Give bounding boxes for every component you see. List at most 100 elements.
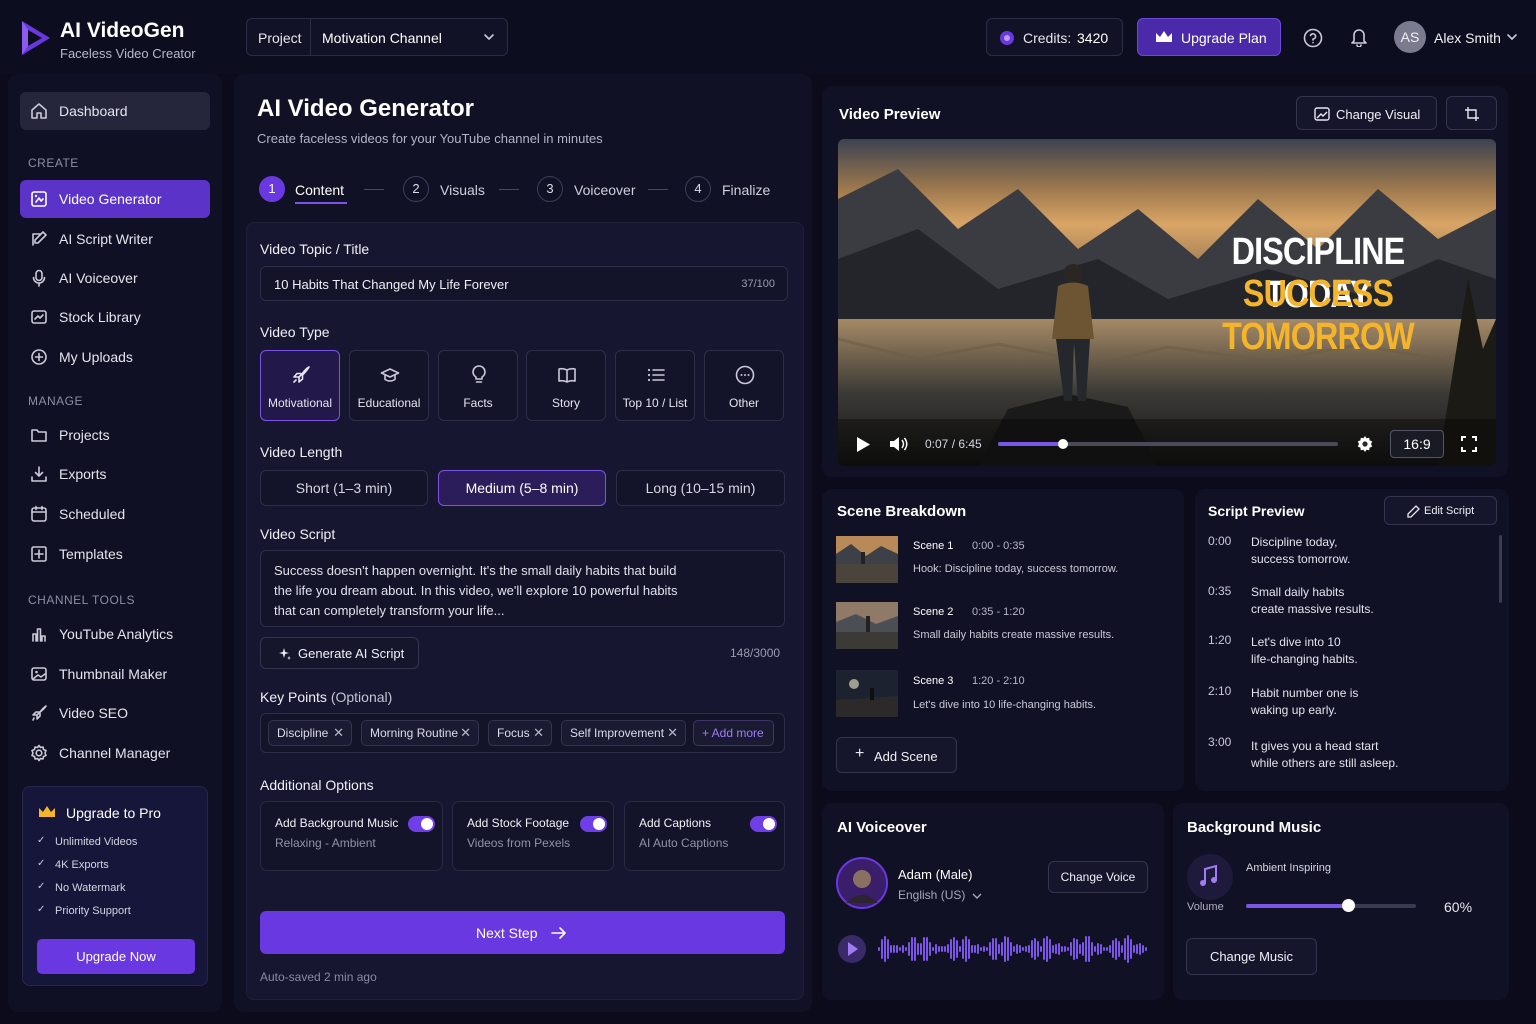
voice-play-icon[interactable] [837, 934, 867, 964]
project-selector[interactable]: Project Motivation Channel [246, 18, 508, 56]
sidebar-item-video-generator[interactable]: Video Generator [20, 180, 210, 218]
credits-display[interactable]: Credits: 3420 [986, 18, 1123, 56]
waveform-bar [1049, 938, 1051, 960]
length-medium-button[interactable]: Medium (5–8 min) [438, 470, 606, 506]
sidebar-item-video-seo[interactable]: Video SEO [20, 694, 210, 732]
change-voice-button[interactable]: Change Voice [1048, 861, 1148, 893]
step-1-number[interactable]: 1 [259, 176, 285, 202]
remove-chip-icon[interactable]: ✕ [667, 721, 678, 745]
waveform-bar [980, 946, 982, 952]
sidebar-item-projects[interactable]: Projects [20, 416, 210, 454]
waveform-bar [926, 936, 928, 962]
sidebar-item-stock-library[interactable]: Stock Library [20, 298, 210, 336]
user-name[interactable]: Alex Smith [1434, 30, 1501, 46]
help-icon[interactable] [1303, 28, 1323, 48]
voice-language-select[interactable]: English (US) [898, 888, 982, 902]
video-progress-handle[interactable] [1057, 439, 1068, 449]
sidebar-item-youtube-analytics[interactable]: YouTube Analytics [20, 615, 210, 653]
add-more-button[interactable]: + Add more [693, 720, 774, 746]
upgrade-plan-button[interactable]: Upgrade Plan [1137, 18, 1281, 56]
sidebar-item-ai-script-writer[interactable]: AI Script Writer [20, 220, 210, 258]
script-textarea[interactable]: Success doesn't happen overnight. It's t… [260, 550, 785, 627]
waveform-bar [896, 945, 898, 953]
type-option-story[interactable]: Story [526, 350, 606, 421]
video-preview-title: Video Preview [839, 106, 941, 123]
waveform-bar [1034, 937, 1036, 961]
sidebar-item-channel-manager[interactable]: Channel Manager [20, 734, 210, 772]
type-option-facts[interactable]: Facts [438, 350, 518, 421]
sidebar-item-exports[interactable]: Exports [20, 455, 210, 493]
sidebar-item-ai-voiceover[interactable]: AI Voiceover [20, 259, 210, 297]
volume-icon[interactable] [889, 435, 911, 453]
key-points-label: Key Points (Optional) [260, 689, 393, 705]
next-step-button[interactable]: Next Step [260, 911, 785, 954]
scene-name: Scene 2 [913, 606, 954, 618]
section-manage-heading: MANAGE [28, 394, 84, 408]
voice-avatar [836, 857, 888, 909]
upgrade-now-button[interactable]: Upgrade Now [37, 939, 195, 974]
step-4-label[interactable]: Finalize [722, 182, 770, 198]
scene-item-3[interactable]: Scene 3 1:20 - 2:10 Let's dive into 10 l… [836, 670, 1176, 720]
sidebar-item-templates[interactable]: Templates [20, 535, 210, 573]
volume-slider[interactable] [1246, 899, 1416, 912]
type-option-motivational[interactable]: Motivational [260, 350, 340, 421]
topic-label: Video Topic / Title [260, 241, 370, 257]
script-scrollbar[interactable] [1499, 535, 1502, 603]
project-value: Motivation Channel [322, 30, 442, 46]
lightbulb-icon [472, 365, 486, 383]
user-menu-chevron-icon[interactable] [1506, 33, 1518, 43]
scene-description: Small daily habits create massive result… [913, 629, 1115, 641]
key-point-chip[interactable]: Discipline ✕ [268, 720, 352, 746]
video-generator-icon [31, 191, 47, 207]
play-icon[interactable] [855, 436, 871, 453]
sidebar-item-label: My Uploads [59, 349, 133, 365]
fullscreen-icon[interactable] [1461, 436, 1477, 452]
key-point-chip[interactable]: Morning Routine ✕ [361, 720, 479, 746]
notification-bell-icon[interactable] [1350, 27, 1368, 47]
edit-script-button[interactable]: Edit Script [1384, 496, 1497, 525]
settings-gear-icon[interactable] [1356, 435, 1374, 453]
avatar[interactable]: AS [1394, 21, 1426, 53]
stock-footage-toggle[interactable] [580, 816, 607, 832]
key-point-chip[interactable]: Self Improvement ✕ [561, 720, 686, 746]
background-music-toggle[interactable] [408, 816, 435, 832]
remove-chip-icon[interactable]: ✕ [533, 721, 544, 745]
sidebar-item-dashboard[interactable]: Dashboard [20, 92, 210, 130]
video-progress-track[interactable] [998, 439, 1338, 449]
captions-toggle[interactable] [750, 816, 777, 832]
type-option-other[interactable]: Other [704, 350, 784, 421]
type-option-top-10-list[interactable]: Top 10 / List [615, 350, 695, 421]
music-track-name: Ambient Inspiring [1246, 862, 1331, 874]
remove-chip-icon[interactable]: ✕ [333, 721, 344, 745]
remove-chip-icon[interactable]: ✕ [460, 721, 471, 745]
option-title: Add Stock Footage [467, 816, 570, 830]
scene-item-2[interactable]: Scene 2 0:35 - 1:20 Small daily habits c… [836, 602, 1176, 652]
step-3-number[interactable]: 3 [537, 176, 563, 202]
topic-input[interactable]: 10 Habits That Changed My Life Forever 3… [260, 266, 788, 301]
step-4-number[interactable]: 4 [685, 176, 711, 202]
video-player[interactable]: DISCIPLINE TODAY SUCCESS TOMORROW 0:07 /… [838, 139, 1496, 466]
step-3-label[interactable]: Voiceover [574, 182, 635, 198]
sidebar-item-scheduled[interactable]: Scheduled [20, 495, 210, 533]
key-point-chip[interactable]: Focus ✕ [488, 720, 552, 746]
step-2-number[interactable]: 2 [403, 176, 429, 202]
pro-feature: ✓ Unlimited Videos [37, 835, 138, 848]
type-option-educational[interactable]: Educational [349, 350, 429, 421]
length-long-button[interactable]: Long (10–15 min) [616, 470, 785, 506]
aspect-ratio-button[interactable]: 16:9 [1390, 430, 1444, 458]
generate-ai-script-button[interactable]: Generate AI Script [260, 637, 419, 669]
step-1-label[interactable]: Content [295, 182, 344, 198]
sidebar-item-thumbnail-maker[interactable]: Thumbnail Maker [20, 655, 210, 693]
crop-button[interactable] [1446, 96, 1497, 130]
step-2-label[interactable]: Visuals [440, 182, 485, 198]
change-visual-button[interactable]: Change Visual [1296, 96, 1437, 130]
scene-item-1[interactable]: Scene 1 0:00 - 0:35 Hook: Discipline tod… [836, 536, 1176, 586]
sidebar-item-my-uploads[interactable]: My Uploads [20, 338, 210, 376]
waveform-bar [1052, 944, 1054, 954]
volume-handle[interactable] [1342, 899, 1355, 912]
change-music-button[interactable]: Change Music [1186, 938, 1317, 975]
add-scene-button[interactable]: + Add Scene [836, 737, 957, 773]
calendar-icon [31, 505, 47, 522]
length-short-button[interactable]: Short (1–3 min) [260, 470, 428, 506]
voice-waveform[interactable] [878, 934, 1148, 964]
